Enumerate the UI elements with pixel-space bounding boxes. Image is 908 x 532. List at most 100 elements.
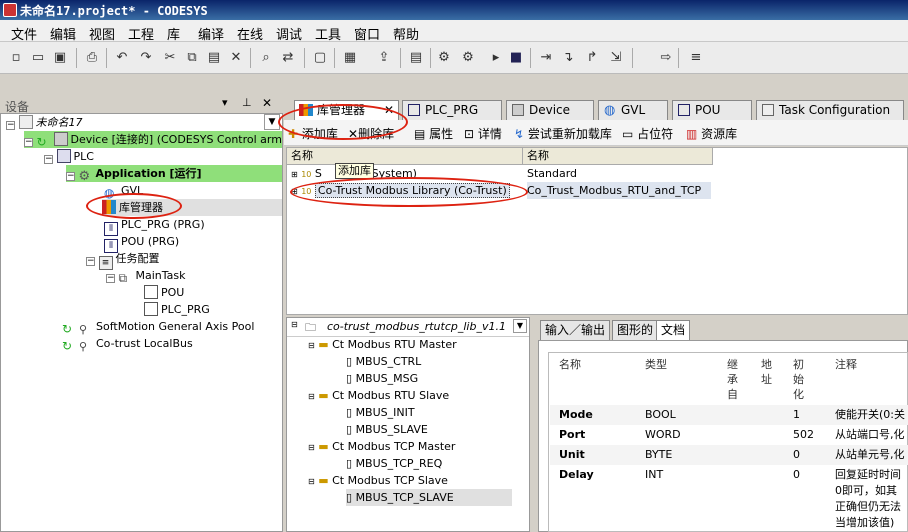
pou-icon [678,104,690,116]
expand-icon[interactable]: ⊞ [291,170,298,179]
library-repository-button[interactable]: ▥ 资源库 [686,125,737,142]
stop-icon[interactable]: ■ [508,50,524,66]
column-header-name[interactable]: 名称 [287,148,523,165]
collapse-icon[interactable]: − [66,172,75,181]
tab-gvl[interactable]: ◍ GVL [598,100,668,120]
menu-file[interactable]: 文件 [11,24,37,43]
details-button[interactable]: ⊡ 详情 [464,125,502,142]
column-header-name2[interactable]: 名称 [523,148,713,165]
collapse-icon[interactable]: − [86,257,95,266]
cut-icon[interactable]: ✂ [162,50,178,66]
placeholder-button[interactable]: ▭ 占位符 [622,125,673,142]
properties-button[interactable]: ▤ 属性 [414,125,453,142]
tree-item-task-config[interactable]: − ≡ 任务配置 [86,250,160,270]
lib-folder-tcp-slave[interactable]: ⊟ ▬ Ct Modbus TCP Slave [308,472,448,489]
tree-item-task-plc-prg[interactable]: PLC_PRG [144,301,210,318]
tab-plc-prg[interactable]: PLC_PRG [402,100,502,120]
save-icon[interactable]: ▣ [52,50,68,66]
chevron-down-icon[interactable]: ▾ [222,96,228,109]
grid-icon[interactable]: ▦ [342,50,358,66]
collapse-icon[interactable]: ⊟ [308,477,315,486]
menu-view[interactable]: 视图 [89,24,115,43]
tree-item-plc-prg[interactable]: ⫴ PLC_PRG (PRG) [104,216,205,236]
tree-item-localbus[interactable]: ↻ ⚲ Co-trust LocalBus [62,335,193,353]
library-version-icon: 10 [301,170,312,179]
print-icon[interactable]: ⎙ [84,50,100,66]
close-icon[interactable]: ✕ [262,96,272,110]
collapse-icon[interactable]: − [6,121,15,130]
lib-item-mbus-init[interactable]: ▯ MBUS_INIT [346,404,415,421]
run-icon[interactable]: ▸ [488,50,504,66]
lib-folder-rtu-slave[interactable]: ⊟ ▬ Ct Modbus RTU Slave [308,387,449,404]
find-icon[interactable]: ⌕ [258,50,274,66]
menu-help[interactable]: 帮助 [393,24,419,43]
library-grid: 名称 名称 ⊞ 10 S (System) Standard 添加库 ⊞ 10 … [286,147,908,315]
more-icon[interactable]: ≡ [688,50,704,66]
menu-project[interactable]: 工程 [128,24,154,43]
menu-library[interactable]: 库 [167,24,180,43]
tree-item-application[interactable]: − ⚙ Application [运行] [66,165,282,184]
collapse-icon[interactable]: ⊟ [308,341,315,350]
open-icon[interactable]: ▭ [30,50,46,66]
new-icon[interactable]: ▫ [8,50,24,66]
step-out-icon[interactable]: ↱ [584,50,600,66]
collapse-icon[interactable]: − [44,155,53,164]
step-icon[interactable]: ⇥ [538,50,554,66]
menu-debug[interactable]: 调试 [276,24,302,43]
menu-edit[interactable]: 编辑 [50,24,76,43]
lib-item-mbus-msg[interactable]: ▯ MBUS_MSG [346,370,418,387]
lib-folder-rtu-master[interactable]: ⊟ ▬ Ct Modbus RTU Master [308,336,457,353]
window-icon[interactable]: ▢ [312,50,328,66]
tree-item-device[interactable]: − ↻ Device [连接的] (CODESYS Control arm C [24,131,293,149]
tree-item-task-pou[interactable]: POU [144,284,184,301]
collapse-icon[interactable]: ⊟ [308,392,315,401]
tab-device[interactable]: Device [506,100,594,120]
connected-icon: ↻ [62,339,73,353]
collapse-icon[interactable]: − [24,138,33,147]
tree-item-plc[interactable]: − PLC [44,148,94,165]
tab-graphical[interactable]: 图形的 [612,320,659,340]
collapse-icon[interactable]: ⊟ [308,443,315,452]
lib-folder-tcp-master[interactable]: ⊟ ▬ Ct Modbus TCP Master [308,438,455,455]
export-icon[interactable]: ⇪ [376,50,392,66]
tree-item-project[interactable]: − 未命名17 [6,114,83,131]
login-icon[interactable]: ⚙ [436,50,452,66]
replace-icon[interactable]: ⇄ [280,50,296,66]
parameter-table: 名称 类型 继承自 地址 初始化 注释 Mode BOOL 1 使能开关(0:关… [548,352,908,532]
lib-item-mbus-tcp-slave[interactable]: ▯ MBUS_TCP_SLAVE [346,489,512,506]
menu-online[interactable]: 在线 [237,24,263,43]
collapse-icon[interactable]: − [106,274,115,283]
logout-icon[interactable]: ⚙ [460,50,476,66]
tab-pou[interactable]: POU [672,100,752,120]
menu-build[interactable]: 编译 [198,24,224,43]
annotation-circle [86,193,182,219]
step-into-icon[interactable]: ↴ [560,50,576,66]
chevron-down-icon[interactable]: ▼ [513,319,527,333]
header-init: 初始化 [793,358,804,401]
menu-window[interactable]: 窗口 [354,24,380,43]
tab-documentation[interactable]: 文档 [656,320,691,340]
cursor-icon[interactable]: ⇲ [608,50,624,66]
forward-icon[interactable]: ⇨ [658,50,674,66]
connected-icon: ↻ [36,135,47,149]
properties-icon: ▤ [414,127,426,141]
build-icon[interactable]: ▤ [408,50,424,66]
copy-icon[interactable]: ⧉ [184,50,200,66]
tree-item-softmotion-pool[interactable]: ↻ ⚲ SoftMotion General Axis Pool [62,318,254,336]
lib-item-mbus-tcp-req[interactable]: ▯ MBUS_TCP_REQ [346,455,442,472]
undo-icon[interactable]: ↶ [114,50,130,66]
lib-item-mbus-ctrl[interactable]: ▯ MBUS_CTRL [346,353,421,370]
tree-item-pou[interactable]: ⫴ POU (PRG) [104,233,179,253]
paste-icon[interactable]: ▤ [206,50,222,66]
redo-icon[interactable]: ↷ [138,50,154,66]
tab-io[interactable]: 输入／输出 [540,320,611,340]
collapse-icon[interactable]: ⊟ [291,320,298,329]
lib-item-mbus-slave[interactable]: ▯ MBUS_SLAVE [346,421,428,438]
fb-icon: ▯ [346,423,353,436]
reload-library-button[interactable]: ↯ 尝试重新加载库 [514,125,612,142]
menu-tools[interactable]: 工具 [315,24,341,43]
delete-icon[interactable]: ✕ [228,50,244,66]
pin-icon[interactable]: ⊥ [242,96,252,109]
tab-task-configuration[interactable]: Task Configuration [756,100,904,120]
tree-item-maintask[interactable]: − ⧉ MainTask [106,267,186,285]
